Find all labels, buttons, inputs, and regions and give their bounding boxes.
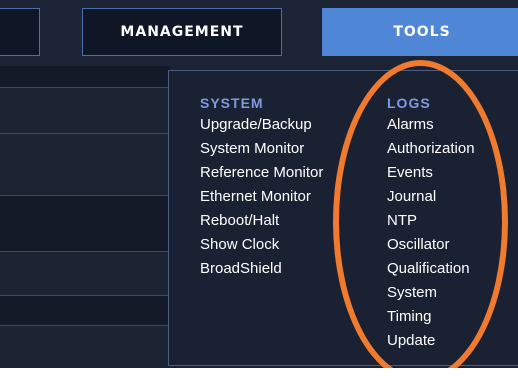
screen: MANAGEMENT TOOLS SYSTEM Upgrade/Backup S… xyxy=(0,0,518,388)
menu-item-events[interactable]: Events xyxy=(387,161,475,185)
content-row xyxy=(0,296,170,326)
system-menu-column: SYSTEM Upgrade/Backup System Monitor Ref… xyxy=(200,93,323,281)
tools-dropdown-menu: SYSTEM Upgrade/Backup System Monitor Ref… xyxy=(168,70,518,366)
menu-item-journal[interactable]: Journal xyxy=(387,185,475,209)
content-row xyxy=(0,66,170,88)
content-row xyxy=(0,88,170,134)
content-row xyxy=(0,252,170,296)
menu-item-ntp[interactable]: NTP xyxy=(387,209,475,233)
top-nav: MANAGEMENT TOOLS xyxy=(0,0,518,66)
menu-item-alarms[interactable]: Alarms xyxy=(387,113,475,137)
nav-tab-management[interactable]: MANAGEMENT xyxy=(82,8,282,56)
logs-heading: LOGS xyxy=(387,95,431,111)
menu-item-qualification[interactable]: Qualification xyxy=(387,257,475,281)
menu-item-timing[interactable]: Timing xyxy=(387,305,475,329)
menu-item-ethernet-monitor[interactable]: Ethernet Monitor xyxy=(200,185,323,209)
menu-item-update[interactable]: Update xyxy=(387,329,475,353)
nav-tab-tools[interactable]: TOOLS xyxy=(322,8,518,56)
menu-item-reference-monitor[interactable]: Reference Monitor xyxy=(200,161,323,185)
bottom-margin xyxy=(0,368,518,388)
menu-item-broadshield[interactable]: BroadShield xyxy=(200,257,323,281)
content-row xyxy=(0,134,170,196)
menu-item-system-monitor[interactable]: System Monitor xyxy=(200,137,323,161)
menu-item-reboot-halt[interactable]: Reboot/Halt xyxy=(200,209,323,233)
menu-item-oscillator[interactable]: Oscillator xyxy=(387,233,475,257)
menu-item-authorization[interactable]: Authorization xyxy=(387,137,475,161)
menu-item-show-clock[interactable]: Show Clock xyxy=(200,233,323,257)
logs-menu-column: LOGS Alarms Authorization Events Journal… xyxy=(387,93,475,353)
menu-item-system-log[interactable]: System xyxy=(387,281,475,305)
nav-tab-partial[interactable] xyxy=(0,8,40,56)
system-heading: SYSTEM xyxy=(200,95,264,111)
menu-item-upgrade-backup[interactable]: Upgrade/Backup xyxy=(200,113,323,137)
content-row xyxy=(0,196,170,252)
content-row xyxy=(0,326,170,368)
